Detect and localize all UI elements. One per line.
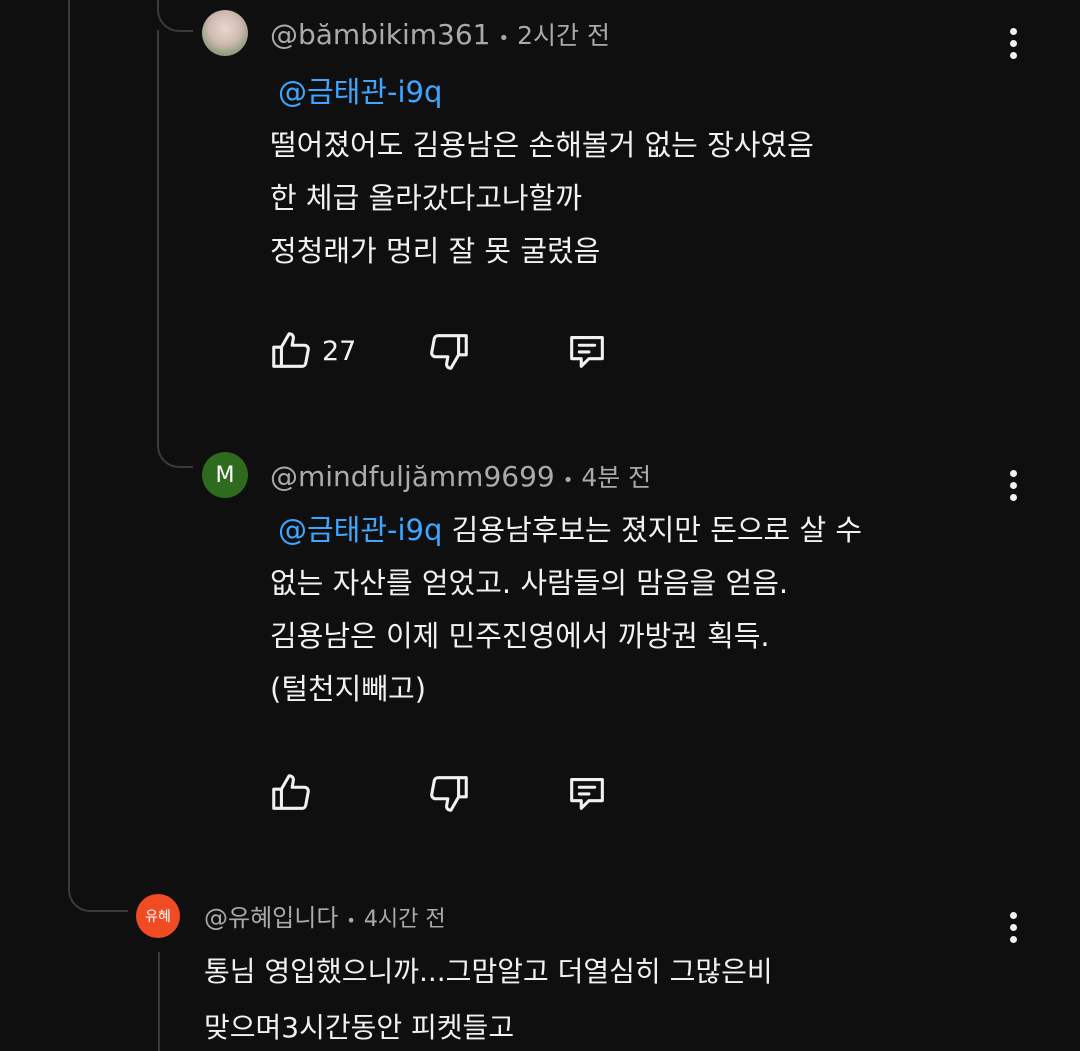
author-name[interactable]: @유혜입니다: [204, 898, 338, 933]
comment-line: (털천지빼고): [270, 672, 427, 706]
reply-icon: [570, 336, 604, 368]
comment-line: 맞으며3시간동안 피켓들고: [204, 1011, 515, 1044]
avatar-mindfuljamm9699[interactable]: M: [202, 452, 248, 498]
thread-curve-inner: [157, 420, 193, 468]
more-vert-icon[interactable]: [1008, 470, 1018, 501]
author-name[interactable]: @bămbikim361: [270, 18, 490, 51]
timestamp: 2시간 전: [517, 21, 610, 50]
separator-dot: •: [562, 470, 574, 491]
comment-line: 통님 영입했으니까...그맘알고 더열심히 그많은비: [204, 955, 773, 988]
comment-text: @금태관-i9q 떨어졌어도 김용남은 손해볼거 없는 장사였음 한 체급 올라…: [270, 66, 814, 278]
like-button[interactable]: 27: [268, 328, 356, 374]
comment-line: 한 체급 올라갔다고나할까: [270, 181, 582, 215]
timestamp: 4분 전: [581, 463, 652, 492]
comment-line: 김용남은 이제 민주진영에서 까방권 획득.: [270, 619, 770, 653]
timestamp: 4시간 전: [363, 907, 446, 932]
avatar-yuhye[interactable]: 유혜: [136, 894, 180, 938]
comment-line: 떨어졌어도 김용남은 손해볼거 없는 장사였음: [270, 128, 814, 162]
author-name[interactable]: @mindfuljămm9699: [270, 460, 555, 493]
separator-dot: •: [498, 28, 510, 49]
reply-button[interactable]: [564, 328, 610, 374]
mention-link[interactable]: @금태관-i9q: [278, 513, 442, 547]
avatar-letter: M: [215, 462, 235, 488]
like-button[interactable]: [268, 770, 314, 816]
separator-dot: •: [346, 911, 356, 930]
reply-icon: [570, 778, 604, 810]
comment-header: @mindfuljămm9699 • 4분 전: [270, 458, 651, 494]
comment-line-rest: 김용남후보는 졌지만 돈으로 살 수: [442, 513, 863, 547]
comment-text: 통님 영입했으니까...그맘알고 더열심히 그많은비 맞으며3시간동안 피켓들고: [204, 944, 773, 1051]
like-count: 27: [322, 335, 357, 367]
more-vert-icon[interactable]: [1008, 28, 1018, 59]
comment-text: @금태관-i9q 김용남후보는 졌지만 돈으로 살 수 없는 자산를 얻었고. …: [270, 504, 862, 716]
avatar-bambikim361[interactable]: [202, 10, 248, 56]
thumb-down-icon: [430, 776, 468, 812]
thread-curve-outer: [68, 856, 128, 912]
thread-line-inner: [157, 30, 159, 440]
dislike-button[interactable]: [426, 770, 472, 816]
comment-line: 정청래가 멍리 잘 못 굴렸음: [270, 234, 601, 268]
thread-line-outer: [68, 0, 70, 856]
comment-line: @금태관-i9q 김용남후보는 졌지만 돈으로 살 수: [270, 504, 862, 557]
thumb-down-icon: [430, 334, 468, 370]
avatar-text: 유혜: [145, 909, 171, 925]
thumb-up-icon: [272, 774, 310, 810]
comment-line: 없는 자산를 얻었고. 사람들의 맘음을 얻음.: [270, 566, 789, 600]
comment-header: @유혜입니다 • 4시간 전: [204, 898, 446, 933]
reply-button[interactable]: [564, 770, 610, 816]
mention-link[interactable]: @금태관-i9q: [270, 66, 814, 119]
thumb-up-icon: [272, 332, 310, 368]
thread-line-bottom: [158, 952, 160, 1051]
thread-curve-top: [157, 0, 193, 32]
more-vert-icon[interactable]: [1008, 912, 1018, 943]
comment-header: @bămbikim361 • 2시간 전: [270, 16, 610, 52]
dislike-button[interactable]: [426, 328, 472, 374]
